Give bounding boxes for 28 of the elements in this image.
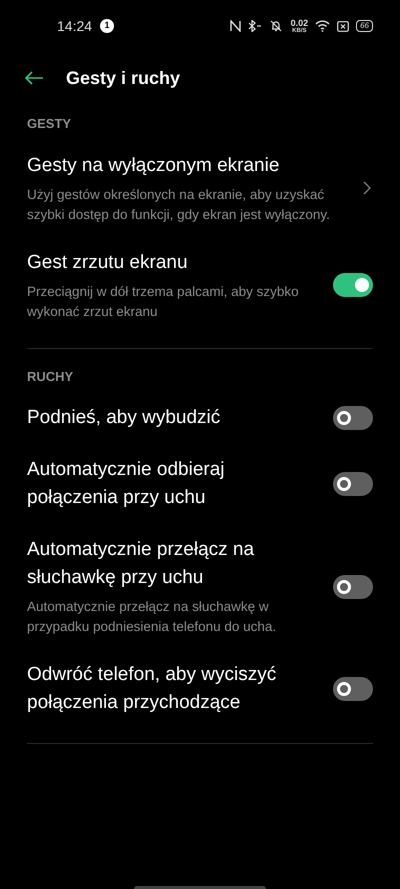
setting-title[interactable]: Automatycznie odbieraj połączenia przy uchu [27, 456, 317, 512]
toggle-switch[interactable] [333, 273, 373, 297]
network-speed: 0.02 [290, 18, 308, 28]
back-arrow-icon[interactable] [24, 71, 44, 85]
setting-title[interactable]: Podnieś, aby wybudzić [27, 404, 317, 432]
setting-description: Automatycznie przełącz na słuchawkę w przypadku podniesienia telefonu do ucha. [27, 598, 278, 636]
clock: 14:24 [57, 16, 92, 36]
chevron-right-icon [363, 181, 371, 195]
page-title: Gesty i ruchy [66, 66, 180, 90]
toggle-switch[interactable] [333, 406, 373, 430]
toggle-switch[interactable] [333, 677, 373, 701]
wifi-icon [315, 20, 330, 32]
setting-description: Użyj gestów określonych na ekranie, aby uzyskać szybki dostęp do funkcji, gdy ekran jest wyłączony. [27, 186, 331, 224]
setting-title[interactable]: Gest zrzutu ekranu [27, 248, 317, 276]
notification-badge: 1 [100, 19, 114, 33]
toggle-switch[interactable] [333, 472, 373, 496]
setting-description: Przeciągnij w dół trzema palcami, aby szybko wykonać zrzut ekranu [27, 282, 300, 321]
setting-title[interactable]: Automatycznie przełącz na słuchawkę przy uchu [27, 536, 317, 592]
screen-box-icon [337, 20, 350, 32]
toggle-switch[interactable] [333, 574, 373, 598]
section-heading: GESTY [27, 115, 72, 133]
muted-bell-icon [268, 20, 284, 32]
bluetooth-icon [248, 20, 261, 32]
setting-title[interactable]: Odwróć telefon, aby wyciszyć połączenia przychodzące [27, 661, 317, 717]
battery-indicator: 66 [356, 20, 373, 32]
nfc-icon [230, 20, 241, 32]
section-heading: RUCHY [27, 368, 74, 386]
setting-title[interactable]: Gesty na wyłączonym ekranie [27, 152, 347, 180]
